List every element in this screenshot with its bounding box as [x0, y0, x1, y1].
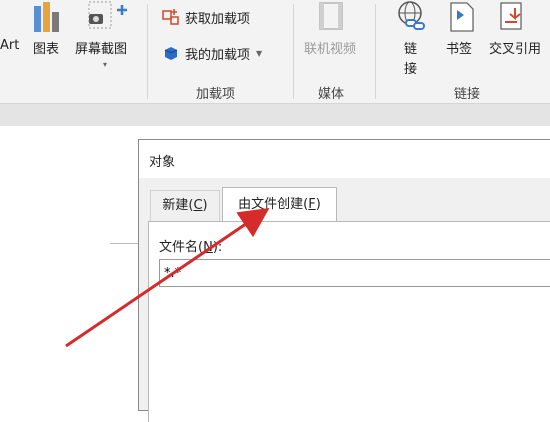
- dialog-title: 对象: [149, 155, 176, 170]
- chevron-down-icon[interactable]: ▼: [256, 49, 262, 58]
- bookmark-button[interactable]: 书签: [443, 0, 483, 60]
- link-icon: [398, 1, 425, 30]
- smartart-button-label[interactable]: Art: [0, 38, 19, 53]
- get-addins-button[interactable]: 获取加载项: [162, 6, 250, 28]
- object-dialog: 对象 新建(C) 由文件创建(F) 文件名(N):: [138, 139, 550, 422]
- cross-reference-icon: [500, 2, 522, 30]
- links-group-label: 链接: [454, 87, 481, 102]
- bookmark-label: 书签: [446, 42, 473, 57]
- screenshot-icon: [88, 1, 127, 29]
- tab-create-from-file-label: 由文件创建(: [238, 197, 309, 212]
- chart-button[interactable]: 图表: [28, 0, 68, 60]
- tab-create-from-file-accesskey: F: [308, 197, 316, 212]
- chart-button-label: 图表: [33, 42, 60, 57]
- online-video-icon: [319, 2, 343, 30]
- cross-reference-button[interactable]: 交叉引用: [487, 0, 550, 60]
- ruler-band: [0, 104, 550, 126]
- my-addins-label: 我的加载项: [185, 47, 251, 63]
- ribbon: Art 图表 屏幕截图 ▾ 获取加载项 我的加载项 ▼ 加载项 联机视频 媒体 …: [0, 0, 550, 104]
- tab-create-new-accesskey: C: [193, 198, 203, 213]
- cross-reference-label: 交叉引用: [489, 42, 542, 57]
- tab-create-new[interactable]: 新建(C): [150, 190, 220, 221]
- screenshot-button-label: 屏幕截图: [75, 42, 128, 57]
- addins-group-label: 加载项: [196, 87, 236, 102]
- tab-create-new-suffix: ): [202, 198, 208, 213]
- screenshot-button[interactable]: 屏幕截图 ▾: [73, 0, 143, 80]
- group-separator: [375, 4, 376, 99]
- group-separator: [147, 4, 148, 99]
- link-label-line2: 接: [404, 62, 418, 77]
- tab-create-new-label: 新建(: [162, 198, 194, 213]
- filename-label: 文件名(N):: [159, 236, 222, 255]
- page-margin-line: [110, 243, 140, 244]
- media-group-label: 媒体: [318, 87, 345, 102]
- online-video-button[interactable]: 联机视频: [300, 0, 370, 60]
- group-separator: [293, 4, 294, 99]
- online-video-label: 联机视频: [304, 42, 357, 57]
- my-addins-button[interactable]: 我的加载项 ▼: [162, 42, 262, 64]
- chart-icon: [34, 2, 59, 32]
- filename-accesskey: N: [203, 240, 213, 255]
- chevron-down-icon: ▾: [103, 60, 108, 69]
- tab-create-from-file-suffix: ): [315, 197, 321, 212]
- my-addins-icon: [164, 47, 178, 60]
- bookmark-icon: [450, 2, 474, 32]
- store-icon: [162, 9, 179, 25]
- filename-input[interactable]: [159, 259, 550, 287]
- filename-label-text: 文件名(: [159, 240, 204, 255]
- tab-create-from-file[interactable]: 由文件创建(F): [222, 187, 337, 222]
- link-label: 链: [404, 42, 418, 57]
- get-addins-label: 获取加载项: [185, 11, 251, 27]
- link-button[interactable]: 链 接: [392, 0, 432, 80]
- filename-label-suffix: ):: [212, 240, 223, 255]
